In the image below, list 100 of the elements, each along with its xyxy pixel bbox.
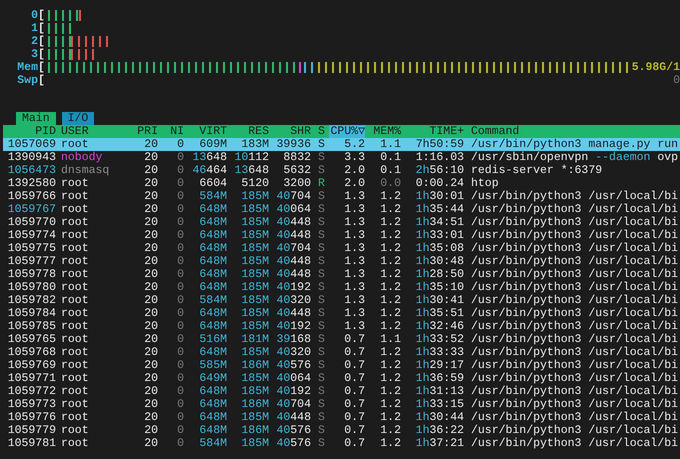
column-header[interactable]: S [311,125,329,138]
process-row[interactable]: 1059771 root 20 0 649M 185M 40064 S 0.7 1.2 1h36:59 /usr/bin/python3 /usr/local/bi [3,372,680,385]
table-cell-text: 0 [176,151,184,164]
table-cell-text: /usr/bin/python3 /usr/local/bi [470,268,680,281]
column-header[interactable]: SHR [269,125,311,138]
table-cell-text: S [317,424,326,437]
table-cell-text: 1h30:41 [414,294,464,307]
table-cell-text: /usr/sbin/openvpn --daemon ovp [470,151,680,164]
process-row[interactable]: 1059775 root 20 0 648M 185M 40704 S 1.3 1.2 1h35:08 /usr/bin/python3 /usr/local/bi [3,242,680,255]
meter-bracket: [ [38,35,46,48]
table-cell-text: 40448 [275,411,311,424]
process-row[interactable]: 1390943 nobody 20 0 13648 10112 8832 S 3.3 0.1 1:16.03 /usr/sbin/openvpn --daemon ovp [3,151,680,164]
process-row[interactable]: 1059777 root 20 0 648M 185M 40448 S 1.3 1.2 1h30:48 /usr/bin/python3 /usr/local/bi [3,255,680,268]
process-row[interactable]: 1059773 root 20 0 648M 186M 40704 S 0.7 1.2 1h33:15 /usr/bin/python3 /usr/local/bi [3,398,680,411]
table-cell-text: 0.7 [343,424,365,437]
column-header[interactable]: MEM% [365,125,401,138]
table-cell-text: /usr/bin/python3 /usr/local/bi [470,281,680,294]
table-cell-text: 1.1 [379,138,401,151]
table-cell-text: 40576 [275,424,311,437]
column-header[interactable]: VIRT [184,125,227,138]
table-cell-text: 0 [176,294,184,307]
column-header[interactable]: CPU%▽ [329,125,365,138]
table-cell-text: S [317,203,326,216]
table-cell-text: 0 [176,229,184,242]
table-cell-text: 20 [143,164,158,177]
table-cell-text: 20 [143,307,158,320]
table-cell-text: 185M [240,437,269,450]
process-row[interactable]: 1059778 root 20 0 648M 185M 40448 S 1.3 1.2 1h28:50 /usr/bin/python3 /usr/local/bi [3,268,680,281]
column-header[interactable]: PRI [133,125,158,138]
table-cell-text: 1h30:44 [414,411,464,424]
meter-label: 2 [30,35,38,48]
table-cell-text: root [60,398,90,411]
meter-value: 5.98G/1 [632,61,680,74]
table-cell-text: 0.7 [343,359,365,372]
process-row[interactable]: 1059776 root 20 0 648M 185M 40448 S 0.7 1.2 1h30:44 /usr/bin/python3 /usr/local/bi [3,411,680,424]
column-header[interactable]: Command [464,125,680,138]
table-cell-text: 5.2 [343,138,365,151]
table-cell-text: 1h33:15 [414,398,464,411]
table-cell-text: 648M [198,268,227,281]
table-cell-text: 20 [143,333,158,346]
table-cell-text: 1390943 [6,151,56,164]
tab[interactable]: I/O [62,112,94,125]
table-cell-text: S [317,255,326,268]
process-row[interactable]: 1056473 dnsmasq 20 0 46464 13648 5632 S 2.0 0.1 2h56:10 redis-server *:6379 [3,164,680,177]
table-cell-text: 20 [143,424,158,437]
column-header[interactable]: RES [227,125,269,138]
tab[interactable]: Main [16,112,56,125]
process-row[interactable]: 1059768 root 20 0 648M 185M 40320 S 0.7 1.2 1h33:33 /usr/bin/python3 /usr/local/bi [3,346,680,359]
column-header[interactable]: PID [3,125,56,138]
table-cell-text: 1.3 [343,203,365,216]
table-cell-text: 1.2 [379,229,401,242]
table-cell-text: 1.3 [343,294,365,307]
table-cell-text: 1.2 [379,216,401,229]
table-cell-text: 1.2 [379,346,401,359]
process-row[interactable]: 1059766 root 20 0 584M 185M 40704 S 1.3 1.2 1h30:01 /usr/bin/python3 /usr/local/bi [3,190,680,203]
table-cell-text: 20 [143,151,158,164]
table-cell-text: 0 [176,177,184,190]
table-cell-text: 0.7 [343,372,365,385]
table-cell-text: 1h35:08 [414,242,464,255]
table-cell-text: 1.2 [379,424,401,437]
process-row[interactable]: 1059780 root 20 0 648M 185M 40192 S 1.3 1.2 1h35:10 /usr/bin/python3 /usr/local/bi [3,281,680,294]
table-cell-text: 1.3 [343,320,365,333]
table-cell-text: 584M [198,294,227,307]
table-cell-text: 20 [143,268,158,281]
process-row[interactable]: 1059770 root 20 0 648M 185M 40448 S 1.3 1.2 1h34:51 /usr/bin/python3 /usr/local/bi [3,216,680,229]
process-row[interactable]: 1059782 root 20 0 584M 185M 40320 S 1.3 1.2 1h30:41 /usr/bin/python3 /usr/local/bi [3,294,680,307]
table-cell-text: 0 [176,359,184,372]
table-cell-text: 1.3 [343,307,365,320]
table-cell-text: /usr/bin/python3 /usr/local/bi [470,398,680,411]
table-cell-text: root [60,242,90,255]
process-row[interactable]: 1059765 root 20 0 516M 181M 39168 S 0.7 1.1 1h33:52 /usr/bin/python3 /usr/local/bi [3,333,680,346]
process-row[interactable]: 1057069 root 20 0 609M 183M 39936 S 5.2 1.1 7h50:59 /usr/bin/python3 manage.py run [3,138,680,151]
process-row[interactable]: 1059785 root 20 0 648M 185M 40192 S 1.3 1.2 1h32:46 /usr/bin/python3 /usr/local/bi [3,320,680,333]
table-cell-text: 1h34:51 [414,216,464,229]
process-row[interactable]: 1059772 root 20 0 648M 185M 40192 S 0.7 1.2 1h31:13 /usr/bin/python3 /usr/local/bi [3,385,680,398]
table-cell-text: 20 [143,411,158,424]
process-row[interactable]: 1059774 root 20 0 648M 185M 40448 S 1.3 1.2 1h33:01 /usr/bin/python3 /usr/local/bi [3,229,680,242]
table-cell-text: root [60,294,90,307]
column-header[interactable]: TIME+ [401,125,464,138]
table-cell-text: 40192 [275,281,311,294]
table-cell-text: S [317,268,326,281]
process-row[interactable]: 1059767 root 20 0 648M 185M 40064 S 1.3 1.2 1h35:44 /usr/bin/python3 /usr/local/bi [3,203,680,216]
column-header[interactable]: USER [56,125,133,138]
table-cell-text: 0 [176,255,184,268]
table-cell-text: 1059768 [6,346,56,359]
column-header[interactable]: NI [158,125,184,138]
table-cell-text: 1h35:10 [414,281,464,294]
process-row[interactable]: 1059779 root 20 0 648M 186M 40576 S 0.7 1.2 1h36:22 /usr/bin/python3 /usr/local/bi [3,424,680,437]
table-cell-text: root [60,203,90,216]
process-row[interactable]: 1392580 root 20 0 6604 5120 3200 R 2.0 0.0 0:00.24 htop [3,177,680,190]
process-row[interactable]: 1059769 root 20 0 585M 186M 40576 S 0.7 1.2 1h29:17 /usr/bin/python3 /usr/local/bi [3,359,680,372]
table-cell-text: root [60,411,90,424]
table-cell-text: root [60,190,90,203]
meter-label: Swp [16,74,38,87]
table-cell-text: S [317,411,326,424]
table-cell-text: 1059785 [6,320,56,333]
table-cell-text: S [317,333,326,346]
table-cell-text: 1059769 [6,359,56,372]
process-row[interactable]: 1059781 root 20 0 584M 185M 40576 S 0.7 1.2 1h37:21 /usr/bin/python3 /usr/local/bi [3,437,680,450]
process-row[interactable]: 1059784 root 20 0 648M 185M 40448 S 1.3 1.2 1h35:51 /usr/bin/python3 /usr/local/bi [3,307,680,320]
